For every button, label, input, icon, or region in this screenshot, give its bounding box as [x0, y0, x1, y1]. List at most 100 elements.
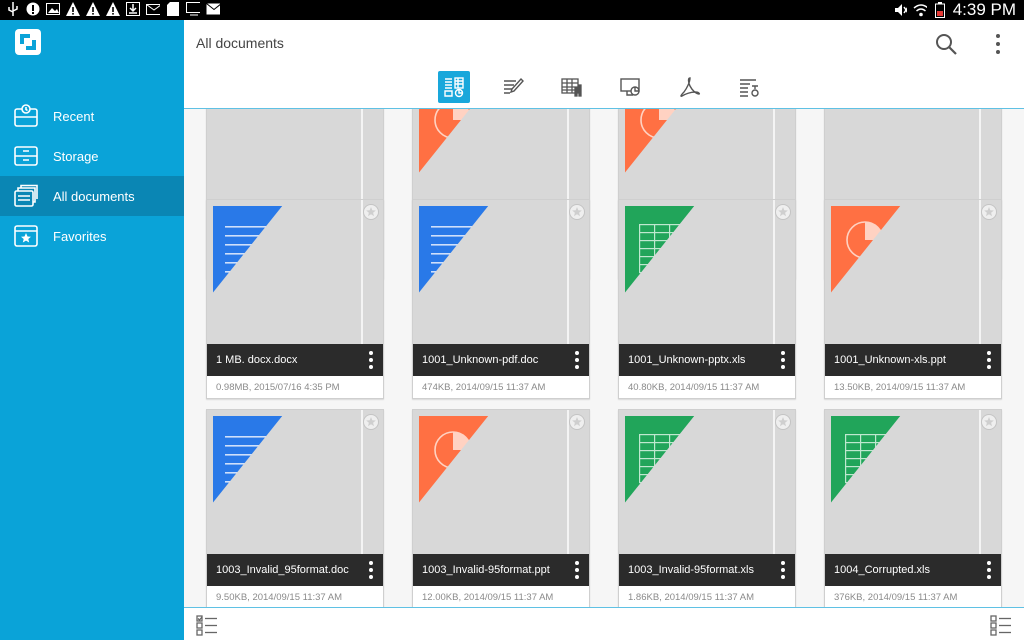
document-name: 1001_Unknown-xls.ppt — [834, 354, 946, 366]
storage-icon — [14, 144, 38, 168]
document-name-bar: 1001_Unknown-xls.ppt — [825, 344, 1001, 376]
document-menu-icon[interactable] — [571, 350, 583, 370]
document-thumbnail — [207, 410, 383, 554]
document-name-bar: 1001_Unknown-pptx.xls — [619, 344, 795, 376]
document-thumbnail — [413, 410, 589, 554]
mail-icon — [146, 2, 160, 16]
document-meta: 376KB, 2014/09/15 11:37 AM — [834, 591, 958, 603]
sidebar-item-storage[interactable]: Storage — [0, 136, 184, 176]
document-menu-icon[interactable] — [777, 350, 789, 370]
document-name-bar: 1003_Invalid-95format.ppt — [413, 554, 589, 586]
document-name: 1003_Invalid-95format.xls — [628, 564, 754, 576]
document-card[interactable]: 1001_Unknown-xls.ppt 13.50KB, 2014/09/15 … — [824, 199, 1002, 399]
filter-text-documents[interactable] — [497, 71, 529, 103]
document-meta: 1.86KB, 2014/09/15 11:37 AM — [628, 591, 755, 603]
more-vert-icon — [996, 34, 1000, 54]
document-meta: 13.50KB, 2014/09/15 11:37 AM — [834, 381, 966, 393]
page-curl — [413, 410, 569, 554]
document-card[interactable]: 1 MB. docx.docx 0.98MB, 2015/07/16 4:35 P… — [206, 199, 384, 399]
filter-hwp[interactable] — [733, 71, 765, 103]
document-name: 1 MB. docx.docx — [216, 354, 298, 366]
document-thumbnail — [207, 200, 383, 344]
status-bar: 4:39 PM — [0, 0, 1024, 20]
alert-icon — [26, 2, 40, 16]
clock: 4:39 PM — [952, 0, 1016, 19]
document-card[interactable]: 1001_Unknown-pptx.xls 40.80KB, 2014/09/15… — [618, 199, 796, 399]
presentation-icon — [620, 78, 640, 96]
document-name-bar: 1 MB. docx.docx — [207, 344, 383, 376]
page-title: All documents — [196, 35, 284, 51]
image-icon — [46, 2, 60, 16]
filter-pdf[interactable] — [674, 71, 706, 103]
hwp-icon — [740, 79, 759, 97]
mute-icon — [893, 3, 907, 17]
document-meta: 0.98MB, 2015/07/16 4:35 PM — [216, 381, 340, 393]
document-thumbnail — [619, 200, 795, 344]
download-icon — [126, 2, 140, 16]
favorite-star-icon[interactable] — [981, 414, 997, 430]
document-name-bar: 1003_Invalid_95format.doc — [207, 554, 383, 586]
all-types-icon — [444, 77, 464, 98]
favorite-star-icon[interactable] — [363, 414, 379, 430]
sidebar-item-label: Storage — [53, 148, 99, 164]
filter-spreadsheets[interactable] — [556, 71, 588, 103]
document-thumbnail — [619, 410, 795, 554]
filter-all-types[interactable] — [438, 71, 470, 103]
sidebar-item-recent[interactable]: Recent — [0, 96, 184, 136]
text-doc-icon — [504, 77, 524, 94]
warning-icon — [66, 2, 80, 16]
document-meta: 12.00KB, 2014/09/15 11:37 AM — [422, 591, 554, 603]
document-menu-icon[interactable] — [983, 560, 995, 580]
overflow-menu-button[interactable] — [990, 32, 1006, 56]
favorite-star-icon[interactable] — [363, 204, 379, 220]
document-name: 1003_Invalid-95format.ppt — [422, 564, 550, 576]
favorite-star-icon[interactable] — [775, 414, 791, 430]
sd-card-icon — [166, 2, 180, 16]
document-grid: 01200604090.pdf424KB, 2016/01/18 4:10 PM… — [184, 109, 1024, 607]
document-thumbnail — [825, 200, 1001, 344]
app-logo-icon[interactable] — [14, 28, 42, 56]
page-curl — [413, 200, 569, 344]
sidebar-item-label: All documents — [53, 188, 135, 204]
list-view-button[interactable] — [990, 614, 1012, 636]
favorite-star-icon[interactable] — [569, 204, 585, 220]
favorite-star-icon[interactable] — [981, 204, 997, 220]
recent-icon — [14, 104, 38, 128]
document-name-bar: 1004_Corrupted.xls — [825, 554, 1001, 586]
file-type-filter-bar — [438, 71, 765, 103]
document-menu-icon[interactable] — [571, 560, 583, 580]
favorite-star-icon[interactable] — [569, 414, 585, 430]
top-app-bar: All documents — [184, 20, 1024, 109]
document-card[interactable]: 1003_Invalid_95format.doc 9.50KB, 2014/09… — [206, 409, 384, 607]
favorite-star-icon[interactable] — [775, 204, 791, 220]
spreadsheet-icon — [561, 78, 582, 97]
document-meta: 40.80KB, 2014/09/15 11:37 AM — [628, 381, 760, 393]
warning-icon — [86, 2, 100, 16]
document-card[interactable]: 1001_Unknown-pdf.doc 474KB, 2014/09/15 11… — [412, 199, 590, 399]
document-name: 1003_Invalid_95format.doc — [216, 564, 349, 576]
bottom-toolbar — [184, 607, 1024, 640]
document-menu-icon[interactable] — [365, 350, 377, 370]
search-button[interactable] — [934, 32, 958, 56]
checklist-icon — [196, 615, 217, 636]
warning-icon — [106, 2, 120, 16]
sidebar-item-label: Recent — [53, 108, 95, 124]
document-menu-icon[interactable] — [365, 560, 377, 580]
sidebar-nav: Recent Storage All documents Favorites — [0, 96, 192, 256]
sidebar-item-favorites[interactable]: Favorites — [0, 216, 184, 256]
document-menu-icon[interactable] — [983, 350, 995, 370]
document-card[interactable]: 1004_Corrupted.xls 376KB, 2014/09/15 11:3… — [824, 409, 1002, 607]
sidebar-item-all-documents[interactable]: All documents — [0, 176, 192, 216]
document-card[interactable]: 1003_Invalid-95format.ppt 12.00KB, 2014/0… — [412, 409, 590, 607]
document-name-bar: 1003_Invalid-95format.xls — [619, 554, 795, 586]
screen-mirror-icon — [186, 2, 200, 16]
document-name: 1001_Unknown-pdf.doc — [422, 354, 539, 366]
document-menu-icon[interactable] — [777, 560, 789, 580]
select-mode-button[interactable] — [196, 614, 218, 636]
document-meta: 9.50KB, 2014/09/15 11:37 AM — [216, 591, 343, 603]
pdf-icon — [680, 77, 701, 97]
page-curl — [619, 410, 775, 554]
page-curl — [207, 410, 363, 554]
document-card[interactable]: 1003_Invalid-95format.xls 1.86KB, 2014/09… — [618, 409, 796, 607]
filter-presentations[interactable] — [615, 71, 647, 103]
